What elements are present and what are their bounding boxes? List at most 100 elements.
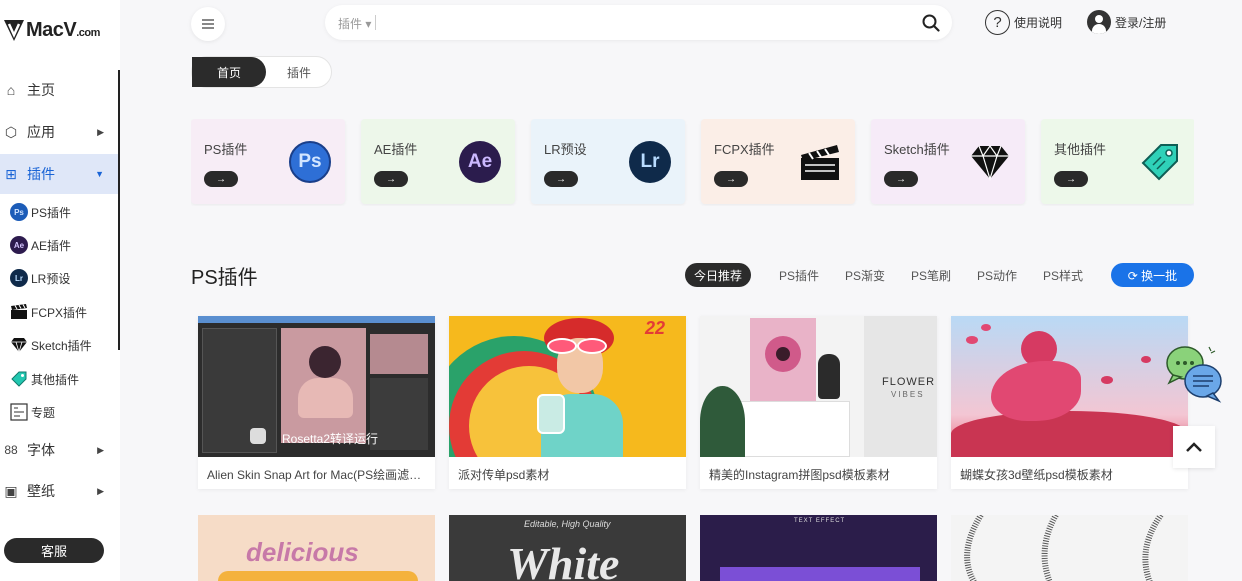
cube-icon: ⬡ <box>4 123 18 140</box>
filter-tab-ps-plugins[interactable]: PS插件 <box>771 263 827 287</box>
category-name: LR预设 <box>544 142 587 157</box>
home-icon: ⌂ <box>6 82 16 98</box>
resource-title[interactable]: 蝴蝶女孩3d壁纸psd模板素材 <box>960 466 1180 483</box>
category-go-button[interactable]: → <box>544 171 578 187</box>
resource-card[interactable] <box>951 515 1188 581</box>
sidebar-subitem-sketch[interactable]: Sketch插件 <box>10 330 92 360</box>
refresh-batch-button[interactable]: ⟳ 换一批 <box>1111 263 1194 287</box>
clapperboard-icon <box>801 145 839 180</box>
resource-title[interactable]: Alien Skin Snap Art for Mac(PS绘画滤镜插件) <box>207 466 427 483</box>
category-name: AE插件 <box>374 142 418 157</box>
sidebar-item-home[interactable]: ⌂ 主页 <box>0 71 120 109</box>
category-go-button[interactable]: → <box>884 171 918 187</box>
thumbnail-overlay-subtext: White <box>507 538 620 581</box>
diamond-icon <box>11 338 27 353</box>
chat-icon[interactable] <box>1165 343 1223 405</box>
resource-card[interactable]: 蝴蝶女孩3d壁纸psd模板素材 <box>951 316 1188 489</box>
sidebar-item-fonts[interactable]: 88 字体 ▶ <box>0 431 120 469</box>
plugin-icon: ⊞ <box>5 165 17 182</box>
tab-plugins[interactable]: 插件 <box>266 57 332 87</box>
category-card-ps[interactable]: PS插件 → Ps <box>191 119 345 204</box>
category-name: FCPX插件 <box>714 142 775 157</box>
category-name: PS插件 <box>204 142 248 157</box>
sidebar-item-label: 主页 <box>27 82 55 98</box>
menu-toggle-button[interactable] <box>191 7 225 41</box>
category-card-lr[interactable]: LR预设 → Lr <box>531 119 685 204</box>
resource-title[interactable]: 精美的Instagram拼图psd模板素材 <box>709 466 929 483</box>
chevron-right-icon: ▶ <box>97 444 104 455</box>
sidebar-scrollbar[interactable] <box>118 70 120 350</box>
resource-title[interactable]: 派对传单psd素材 <box>458 466 678 483</box>
sidebar-subitem-label: LR预设 <box>31 271 71 286</box>
sidebar-subitem-label: 专题 <box>31 405 56 420</box>
sidebar-item-label: 插件 <box>27 166 55 182</box>
category-go-button[interactable]: → <box>204 171 238 187</box>
sidebar-subitem-lr[interactable]: Lr LR预设 <box>10 263 70 293</box>
thumbnail-overlay-text: Rosetta2转译运行 <box>282 432 379 446</box>
logo-suffix: .com <box>76 26 100 39</box>
login-link[interactable]: 登录/注册 <box>1087 10 1166 34</box>
resource-card[interactable]: TEXT EFFECT <box>700 515 937 581</box>
resource-thumbnail[interactable]: 22 <box>449 316 686 457</box>
sidebar-subitem-label: Sketch插件 <box>31 338 92 353</box>
after-effects-icon: Ae <box>459 141 501 183</box>
resource-thumbnail[interactable]: FLOWER VIBES <box>700 316 937 457</box>
hamburger-icon <box>202 23 214 25</box>
search-category-select[interactable]: 插件 ▾ <box>338 15 371 32</box>
tab-home[interactable]: 首页 <box>192 57 266 87</box>
clapperboard-icon <box>11 304 27 319</box>
resource-card[interactable]: FLOWER VIBES 精美的Instagram拼图psd模板素材 <box>700 316 937 489</box>
category-go-button[interactable]: → <box>714 171 748 187</box>
thumbnail-overlay-text: FLOWER <box>882 376 936 388</box>
sidebar-subitem-other[interactable]: 其他插件 <box>10 364 79 394</box>
category-go-button[interactable]: → <box>1054 171 1088 187</box>
thumbnail-overlay-subtext: VIBES <box>891 390 925 399</box>
login-label: 登录/注册 <box>1115 15 1167 30</box>
chevron-down-icon: ▼ <box>95 169 104 179</box>
logo-text: MacV <box>26 18 77 41</box>
site-logo[interactable]: MacV.com <box>2 17 100 43</box>
search-bar[interactable]: 插件 ▾ <box>325 5 952 40</box>
resource-thumbnail[interactable] <box>951 316 1188 457</box>
after-effects-icon: Ae <box>10 236 28 254</box>
filter-tab-today[interactable]: 今日推荐 <box>685 263 751 287</box>
sidebar-item-wallpaper[interactable]: ▣ 壁纸 ▶ <box>0 472 120 510</box>
filter-tab-ps-gradients[interactable]: PS渐变 <box>837 263 893 287</box>
resource-card[interactable]: delicious <box>198 515 435 581</box>
help-link[interactable]: ? 使用说明 <box>985 10 1062 35</box>
resource-thumbnail[interactable]: Rosetta2转译运行 <box>198 316 435 457</box>
filter-tab-ps-actions[interactable]: PS动作 <box>969 263 1025 287</box>
sidebar-item-label: 应用 <box>27 124 55 140</box>
resource-card[interactable]: 22 派对传单psd素材 <box>449 316 686 489</box>
category-name: 其他插件 <box>1054 142 1107 157</box>
sidebar-subitem-ae[interactable]: Ae AE插件 <box>10 230 71 260</box>
resource-card[interactable]: Rosetta2转译运行 Alien Skin Snap Art for Mac… <box>198 316 435 489</box>
category-card-ae[interactable]: AE插件 → Ae <box>361 119 515 204</box>
resource-card[interactable]: Editable, High Quality White <box>449 515 686 581</box>
search-icon[interactable] <box>922 14 940 32</box>
back-to-top-button[interactable] <box>1173 426 1215 468</box>
filter-tab-ps-brushes[interactable]: PS笔刷 <box>903 263 959 287</box>
sidebar-subitem-label: 其他插件 <box>31 372 80 387</box>
sidebar-item-plugins[interactable]: ⊞ 插件 ▼ <box>0 154 120 194</box>
filter-tab-ps-styles[interactable]: PS样式 <box>1035 263 1091 287</box>
sidebar-subitem-fcpx[interactable]: FCPX插件 <box>10 297 87 327</box>
chevron-up-icon <box>1186 442 1202 452</box>
category-card-sketch[interactable]: Sketch插件 → <box>871 119 1025 204</box>
diamond-icon <box>971 144 1009 182</box>
question-icon: ? <box>985 10 1010 35</box>
sidebar-subitem-ps[interactable]: Ps PS插件 <box>10 197 71 227</box>
customer-service-button[interactable]: 客服 <box>4 538 104 563</box>
category-card-fcpx[interactable]: FCPX插件 → <box>701 119 855 204</box>
category-card-other[interactable]: 其他插件 → <box>1041 119 1194 204</box>
sidebar-subitem-topic[interactable]: 专题 <box>10 397 55 427</box>
category-go-button[interactable]: → <box>374 171 408 187</box>
lightroom-icon: Lr <box>10 269 28 287</box>
wallpaper-icon: ▣ <box>4 482 18 499</box>
chevron-right-icon: ▶ <box>97 126 104 137</box>
sidebar-item-apps[interactable]: ⬡ 应用 ▶ <box>0 113 120 151</box>
photoshop-icon: Ps <box>289 141 331 183</box>
thumbnail-overlay-text: TEXT EFFECT <box>794 518 846 524</box>
logo-mark-icon <box>4 20 24 41</box>
font-icon: 88 <box>4 443 18 457</box>
